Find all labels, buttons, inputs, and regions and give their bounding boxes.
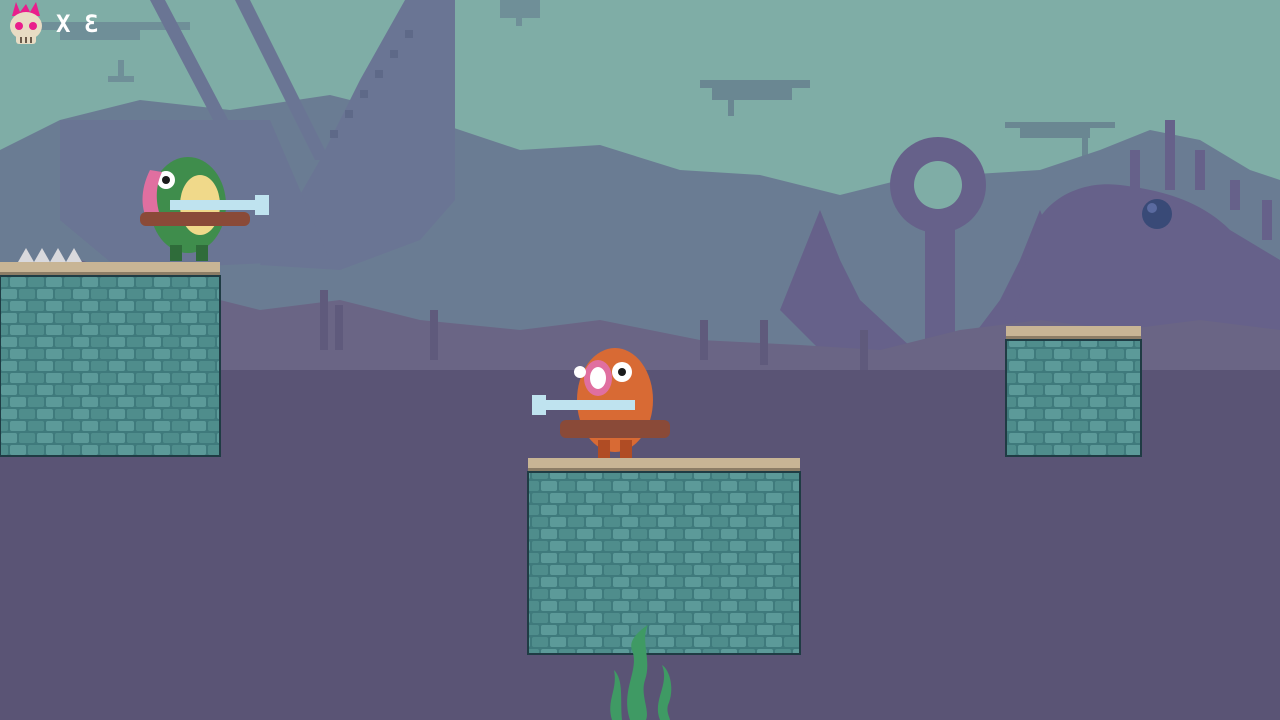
floating-sea-mine [1142,199,1172,229]
lives-hud: X 3 [6,2,99,46]
pink-flame-skull-icon [10,2,42,44]
platform-left [0,262,221,457]
game-scene[interactable]: X 3 [0,0,1280,720]
game-world [0,0,1280,720]
platform-right [1005,326,1142,457]
lives-count: 3 [84,10,99,38]
lives-multiplier: X [56,10,71,38]
platform-center [527,458,801,655]
